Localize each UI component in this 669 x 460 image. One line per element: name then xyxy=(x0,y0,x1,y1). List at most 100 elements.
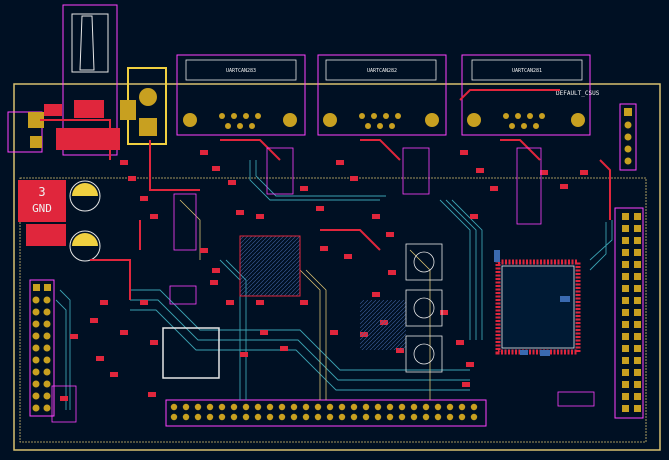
header-pad xyxy=(230,413,238,421)
smd-pad xyxy=(388,270,396,275)
header-pad xyxy=(634,345,641,352)
header-pad xyxy=(350,403,358,411)
header-pad xyxy=(410,413,418,421)
header-pad xyxy=(470,413,478,421)
smd-pad xyxy=(580,170,588,175)
smd-pad xyxy=(128,176,136,181)
header-pad xyxy=(622,273,629,280)
header-pad xyxy=(302,403,310,411)
gnd-label-block[interactable]: 3 GND xyxy=(18,180,66,246)
header-pad xyxy=(350,413,358,421)
header-pad xyxy=(634,237,641,244)
header-pad xyxy=(622,285,629,292)
header-pad xyxy=(634,261,641,268)
smd-pad xyxy=(372,292,380,297)
gnd-label-net: GND xyxy=(32,202,52,215)
smd-pad xyxy=(256,300,264,305)
smd-pad xyxy=(200,150,208,155)
right-pin-header[interactable] xyxy=(614,207,644,419)
header-pad xyxy=(326,413,334,421)
header-pad xyxy=(634,357,641,364)
header-pad xyxy=(634,297,641,304)
smd-pad xyxy=(372,214,380,219)
header-pad xyxy=(242,413,250,421)
smd-pad xyxy=(476,168,484,173)
smd-pad xyxy=(462,382,470,387)
header-pad xyxy=(302,413,310,421)
header-pad xyxy=(314,403,322,411)
header-pad xyxy=(434,413,442,421)
copper-zone-left xyxy=(239,235,301,297)
header-pad xyxy=(338,413,346,421)
smd-pad xyxy=(100,300,108,305)
header-pad xyxy=(182,403,190,411)
bottom-pin-header[interactable] xyxy=(165,399,487,427)
smd-pad xyxy=(490,186,498,191)
smd-pad xyxy=(148,392,156,397)
header-pad xyxy=(622,357,629,364)
header-pad xyxy=(622,345,629,352)
smd-pad xyxy=(560,184,568,189)
header-pad xyxy=(374,403,382,411)
tactile-buttons[interactable] xyxy=(405,243,443,373)
smd-pad xyxy=(96,356,104,361)
header-pad xyxy=(278,413,286,421)
qfp-ic-footprint[interactable] xyxy=(495,259,581,355)
smd-pad xyxy=(90,318,98,323)
crystal-footprint[interactable] xyxy=(162,327,220,379)
header-pad xyxy=(254,403,262,411)
connector-uart0[interactable]: UARTCAN283 xyxy=(176,54,306,136)
smd-pad xyxy=(320,246,328,251)
smd-pad xyxy=(212,166,220,171)
header-pad xyxy=(622,369,629,376)
connector-uart1[interactable]: UARTCAN282 xyxy=(317,54,447,136)
smd-pad xyxy=(316,206,324,211)
top-right-header[interactable] xyxy=(619,103,637,171)
header-pad xyxy=(622,309,629,316)
header-pad xyxy=(634,333,641,340)
header-pad xyxy=(446,403,454,411)
header-pad xyxy=(622,393,629,400)
smd-pad xyxy=(256,214,264,219)
header-pad xyxy=(634,405,641,412)
smd-pad xyxy=(470,214,478,219)
smd-pad xyxy=(330,330,338,335)
header-pad xyxy=(458,413,466,421)
header-pad xyxy=(634,321,641,328)
smd-pad xyxy=(110,372,118,377)
header-pad xyxy=(338,403,346,411)
header-pad xyxy=(230,403,238,411)
smd-pad xyxy=(236,210,244,215)
header-pad xyxy=(374,413,382,421)
left-pin-header[interactable] xyxy=(29,279,55,417)
connector-uart1-label: UARTCAN282 xyxy=(367,68,397,74)
smd-pad xyxy=(466,362,474,367)
smd-pad xyxy=(228,180,236,185)
smd-pad xyxy=(460,150,468,155)
header-pad xyxy=(622,321,629,328)
header-pad xyxy=(254,413,262,421)
header-pad xyxy=(458,403,466,411)
smd-pad xyxy=(60,396,68,401)
pcb-canvas[interactable]: UARTCAN283 UARTCAN282 UARTCAN281 DEFAULT… xyxy=(0,0,669,460)
smd-pad xyxy=(240,352,248,357)
top-right-silkscreen-text: DEFAULT_CSUS xyxy=(556,90,600,97)
header-pad xyxy=(206,403,214,411)
left-jack-footprint[interactable] xyxy=(7,104,62,153)
header-pad xyxy=(622,297,629,304)
header-pad xyxy=(622,225,629,232)
smd-pad xyxy=(260,330,268,335)
header-pad xyxy=(622,237,629,244)
connector-uart0-label: UARTCAN283 xyxy=(226,68,256,74)
smd-pad xyxy=(344,254,352,259)
smd-pad xyxy=(150,214,158,219)
regulator-footprint[interactable] xyxy=(120,67,167,145)
header-pad xyxy=(470,403,478,411)
smd-pad xyxy=(300,186,308,191)
header-pad xyxy=(634,309,641,316)
header-pad xyxy=(182,413,190,421)
smd-pad xyxy=(200,248,208,253)
smd-pad xyxy=(70,334,78,339)
capacitor-footprints[interactable] xyxy=(69,180,101,262)
smd-pad xyxy=(212,268,220,273)
